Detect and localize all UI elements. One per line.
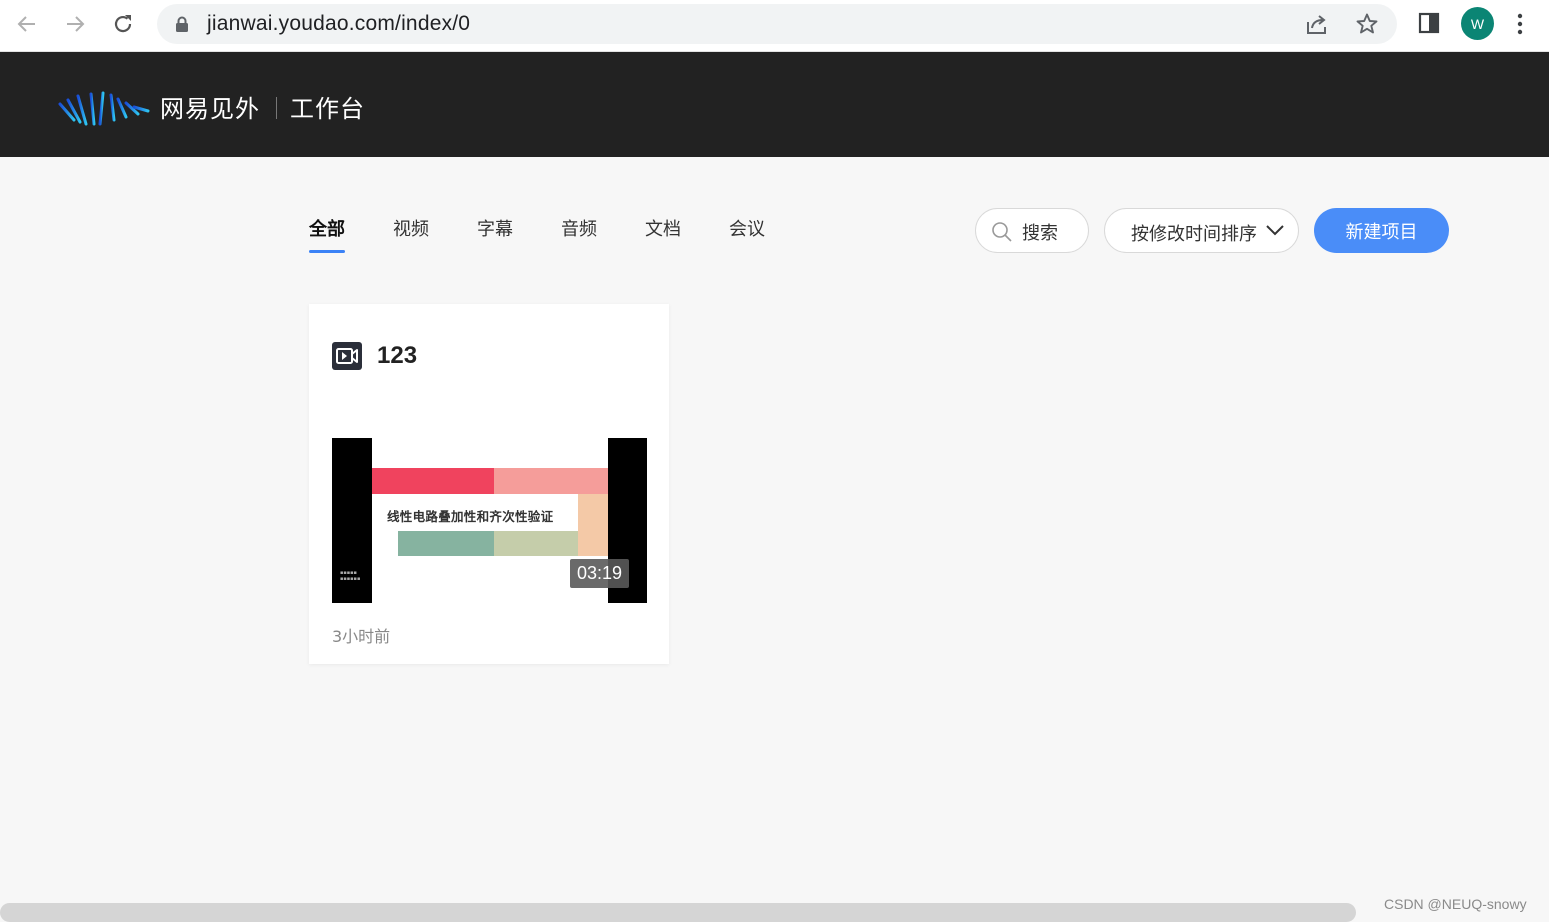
thumbnail-watermark: ▪▪▪▪▪ ▪▪▪▪▪▪: [340, 570, 361, 582]
section-title: 工作台: [290, 95, 365, 123]
thumbnail-caption: 线性电路叠加性和齐次性验证: [387, 509, 554, 524]
sort-dropdown[interactable]: 按修改时间排序: [1104, 208, 1299, 253]
tab-document[interactable]: 文档: [645, 215, 681, 241]
tab-label: 会议: [729, 219, 765, 240]
video-icon: [332, 342, 362, 370]
tab-label: 音频: [561, 219, 597, 240]
reload-icon: [114, 15, 132, 33]
chevron-down-icon: [1266, 225, 1284, 236]
tab-meeting[interactable]: 会议: [729, 215, 765, 241]
brand-name: 网易见外: [160, 95, 260, 123]
browser-toolbar: jianwai.youdao.com/index/0 W: [0, 0, 1549, 52]
app-header: 网易见外 工作台: [0, 52, 1549, 157]
tab-label: 全部: [309, 219, 345, 240]
url-text: jianwai.youdao.com/index/0: [207, 12, 471, 35]
reload-button[interactable]: [105, 8, 141, 40]
share-icon[interactable]: [1305, 13, 1329, 35]
new-project-button[interactable]: 新建项目: [1314, 208, 1449, 253]
address-bar[interactable]: jianwai.youdao.com/index/0: [157, 4, 1397, 44]
lock-icon: [176, 16, 188, 32]
tab-label: 文档: [645, 219, 681, 240]
arrow-left-icon: [17, 16, 35, 32]
tab-all[interactable]: 全部: [309, 215, 345, 253]
star-icon[interactable]: [1355, 12, 1379, 36]
tab-audio[interactable]: 音频: [561, 215, 597, 241]
forward-button[interactable]: [57, 8, 93, 40]
tab-label: 视频: [393, 219, 429, 240]
profile-initial: W: [1470, 15, 1485, 32]
more-vert-icon[interactable]: [1516, 12, 1524, 36]
profile-avatar[interactable]: W: [1461, 7, 1494, 40]
search-icon: [992, 222, 1012, 242]
side-panel-icon[interactable]: [1418, 12, 1440, 34]
brand-divider: [276, 97, 277, 119]
project-card[interactable]: 123 线性电路叠加性和齐次性验证 ▪▪▪▪▪ ▪▪▪▪▪▪ 03:19 3小时前: [309, 304, 669, 664]
arrow-right-icon: [67, 16, 85, 32]
sort-label: 按修改时间排序: [1131, 224, 1257, 245]
csdn-watermark: CSDN @NEUQ-snowy: [1384, 896, 1527, 912]
video-duration: 03:19: [570, 559, 630, 588]
horizontal-scrollbar[interactable]: [0, 903, 1356, 922]
tab-label: 字幕: [477, 219, 513, 240]
active-tab-indicator: [309, 250, 345, 253]
search-label: 搜索: [1022, 223, 1058, 244]
video-thumbnail[interactable]: 线性电路叠加性和齐次性验证 ▪▪▪▪▪ ▪▪▪▪▪▪ 03:19: [332, 438, 647, 603]
tab-subtitle[interactable]: 字幕: [477, 215, 513, 241]
tab-video[interactable]: 视频: [393, 215, 429, 241]
modified-time: 3小时前: [332, 627, 391, 646]
new-project-label: 新建项目: [1345, 221, 1418, 243]
brand-logo-icon[interactable]: [58, 90, 150, 126]
search-input[interactable]: 搜索: [975, 208, 1089, 253]
back-button[interactable]: [9, 8, 45, 40]
project-title: 123: [377, 342, 418, 369]
